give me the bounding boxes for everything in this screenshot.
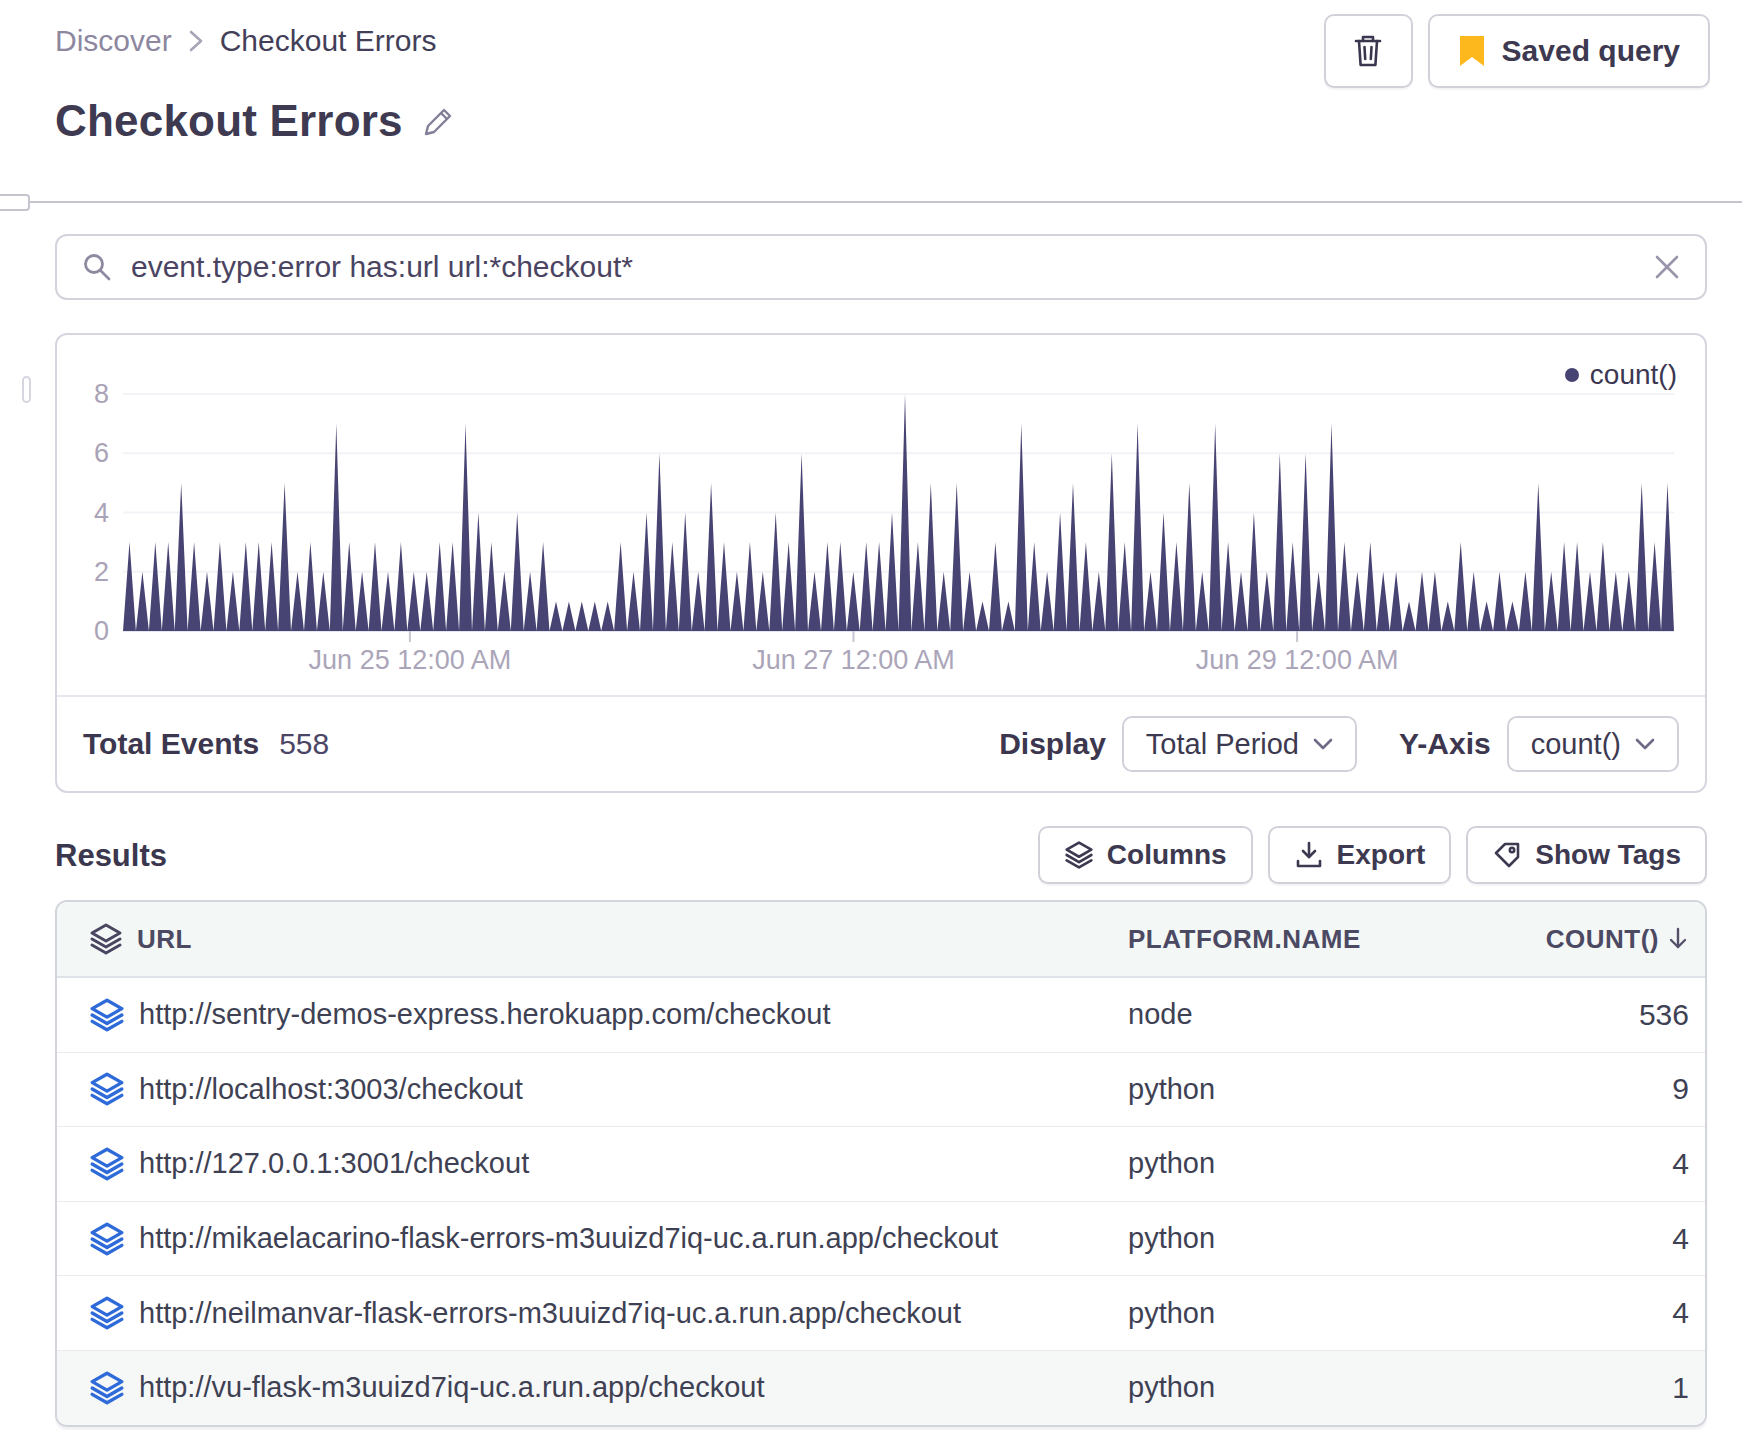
url-cell[interactable]: http://neilmanvar-flask-errors-m3uuizd7i… [139,1297,961,1330]
show-tags-label: Show Tags [1535,839,1681,871]
display-label: Display [999,727,1106,761]
trash-icon [1349,31,1387,71]
breadcrumb-chevron-icon [188,28,204,54]
search-input[interactable]: event.type:error has:url url:*checkout* [131,250,1653,284]
display-dropdown[interactable]: Total Period [1122,716,1357,772]
yaxis-label: Y-Axis [1399,727,1491,761]
column-header-count[interactable]: COUNT() [1546,924,1689,955]
table-row[interactable]: http://localhost:3003/checkout python 9 [57,1052,1705,1127]
breadcrumb-discover[interactable]: Discover [55,24,172,58]
url-cell[interactable]: http://sentry-demos-express.herokuapp.co… [139,998,831,1031]
count-cell: 4 [1672,1296,1689,1330]
layers-icon [89,997,125,1033]
column-header-url[interactable]: URL [137,924,192,955]
column-header-platform[interactable]: PLATFORM.NAME [1128,924,1361,955]
breadcrumb-current: Checkout Errors [220,24,437,58]
breadcrumb: Discover Checkout Errors [55,24,436,58]
search-bar[interactable]: event.type:error has:url url:*checkout* [55,234,1707,300]
table-header: URL PLATFORM.NAME COUNT() [57,902,1705,978]
tag-icon [1492,840,1522,870]
url-cell[interactable]: http://127.0.0.1:3001/checkout [139,1147,529,1180]
platform-cell: python [1128,1297,1215,1330]
x-axis-label: Jun 27 12:00 AM [752,645,955,676]
delete-query-button[interactable] [1324,14,1413,88]
bookmark-icon [1458,34,1486,68]
layers-icon [89,1370,125,1406]
search-icon [81,251,113,283]
layers-icon [89,1071,125,1107]
sort-desc-icon [1667,926,1689,952]
table-row[interactable]: http://neilmanvar-flask-errors-m3uuizd7i… [57,1275,1705,1350]
layers-icon [89,1295,125,1331]
export-label: Export [1337,839,1426,871]
layers-icon [89,1221,125,1257]
count-cell: 536 [1639,998,1689,1032]
yaxis-dropdown-value: count() [1531,728,1621,761]
layers-icon [89,922,123,956]
url-cell[interactable]: http://vu-flask-m3uuizd7iq-uc.a.run.app/… [139,1371,764,1404]
count-cell: 4 [1672,1222,1689,1256]
count-cell: 1 [1672,1371,1689,1405]
columns-button[interactable]: Columns [1038,826,1253,884]
chart-svg [123,379,1674,651]
count-cell: 4 [1672,1147,1689,1181]
total-events-value: 558 [279,727,329,761]
y-axis-label: 8 [57,379,109,410]
yaxis-dropdown[interactable]: count() [1507,716,1679,772]
y-axis-label: 4 [57,498,109,529]
chevron-down-icon [1635,738,1655,751]
chevron-down-icon [1313,738,1333,751]
platform-cell: python [1128,1222,1215,1255]
drag-handle[interactable] [22,376,31,403]
x-axis-label: Jun 29 12:00 AM [1196,645,1399,676]
table-row[interactable]: http://mikaelacarino-flask-errors-m3uuiz… [57,1201,1705,1276]
columns-label: Columns [1107,839,1227,871]
saved-query-label: Saved query [1502,34,1680,68]
chart-footer: Total Events 558 Display Total Period Y-… [57,695,1705,791]
y-axis-label: 2 [57,557,109,588]
table-row[interactable]: http://sentry-demos-express.herokuapp.co… [57,978,1705,1052]
download-icon [1294,840,1324,870]
url-cell[interactable]: http://mikaelacarino-flask-errors-m3uuiz… [139,1222,998,1255]
results-heading: Results [55,838,167,874]
chart-panel: count() 0 2 4 6 8 Jun 25 12:00 AM Jun 27 12:0… [55,333,1707,793]
clear-search-icon[interactable] [1653,253,1681,281]
url-cell[interactable]: http://localhost:3003/checkout [139,1073,523,1106]
y-axis-label: 0 [57,616,109,647]
platform-cell: node [1128,998,1193,1031]
table-row[interactable]: http://vu-flask-m3uuizd7iq-uc.a.run.app/… [57,1350,1705,1425]
layers-icon [1064,840,1094,870]
header-divider [0,201,1742,203]
results-table-rows: http://sentry-demos-express.herokuapp.co… [57,978,1705,1425]
total-events-label: Total Events [83,727,259,761]
export-button[interactable]: Export [1268,826,1452,884]
show-tags-button[interactable]: Show Tags [1466,826,1707,884]
saved-query-button[interactable]: Saved query [1428,14,1710,88]
discover-page: Discover Checkout Errors [0,0,1742,1430]
layers-icon [89,1146,125,1182]
platform-cell: python [1128,1073,1215,1106]
platform-cell: python [1128,1371,1215,1404]
y-axis-label: 6 [57,438,109,469]
platform-cell: python [1128,1147,1215,1180]
count-cell: 9 [1672,1072,1689,1106]
table-row[interactable]: http://127.0.0.1:3001/checkout python 4 [57,1126,1705,1201]
count-header-label: COUNT() [1546,924,1659,955]
page-title: Checkout Errors [55,96,403,146]
display-dropdown-value: Total Period [1146,728,1299,761]
edit-icon[interactable] [421,103,457,139]
results-table: URL PLATFORM.NAME COUNT() http://sentry-… [55,900,1707,1427]
x-axis-label: Jun 25 12:00 AM [309,645,512,676]
sidebar-collapse-tab[interactable] [0,194,30,211]
